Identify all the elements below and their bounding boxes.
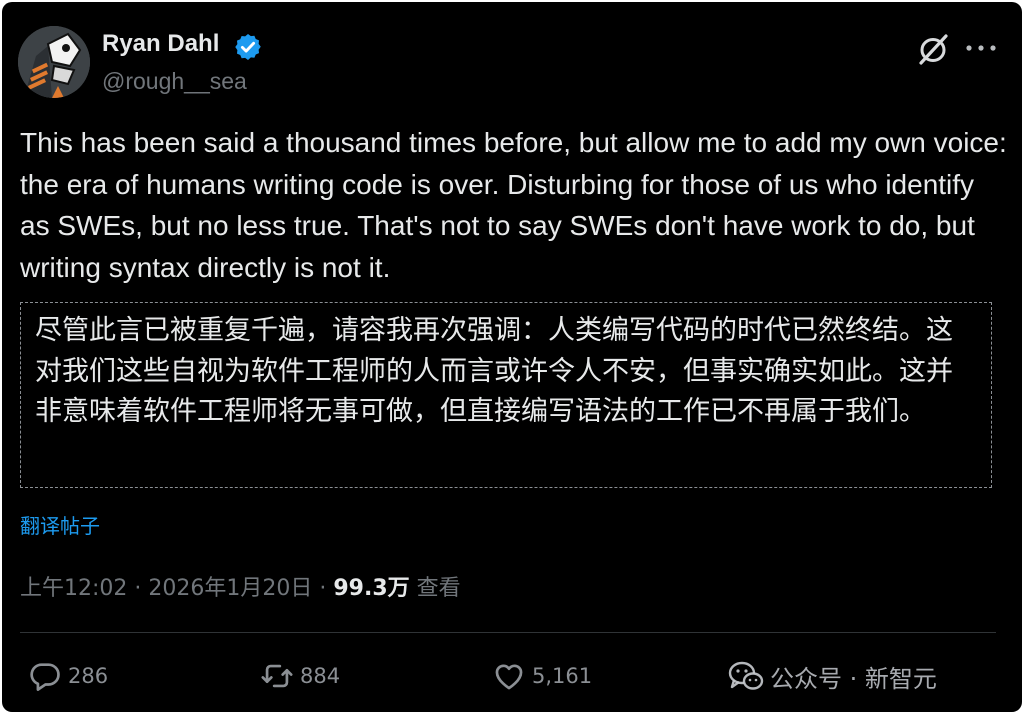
translation-box: 尽管此言已被重复千遍，请容我再次强调：人类编写代码的时代已然终结。这对我们这些自…	[20, 302, 992, 488]
translation-text: 尽管此言已被重复千遍，请容我再次强调：人类编写代码的时代已然终结。这对我们这些自…	[35, 315, 953, 427]
wechat-icon	[728, 661, 764, 690]
grok-icon[interactable]	[916, 32, 950, 66]
views-label: 查看	[416, 576, 461, 601]
author-handle[interactable]: @rough__sea	[102, 68, 247, 95]
tweet-time[interactable]: 上午12:02	[20, 576, 127, 601]
tweet-text: This has been said a thousand times befo…	[20, 127, 1007, 283]
author-name[interactable]: Ryan Dahl	[102, 30, 219, 58]
watermark-text: 公众号 · 新智元	[770, 664, 937, 693]
repost-count: 884	[300, 664, 341, 688]
like-count: 5,161	[532, 664, 593, 688]
avatar[interactable]	[18, 26, 90, 98]
translate-post-link[interactable]: 翻译帖子	[20, 510, 100, 539]
reply-count: 286	[68, 664, 109, 688]
meta-separator: ·	[312, 576, 334, 601]
tweet-card: Ryan Dahl @rough__sea This has been said…	[2, 2, 1022, 712]
heart-icon	[495, 664, 523, 690]
repost-button[interactable]: 884	[260, 656, 340, 696]
view-count: 99.3万	[333, 576, 410, 601]
tweet-meta: 上午12:02 · 2026年1月20日 · 99.3万 查看	[20, 570, 461, 602]
meta-separator: ·	[127, 576, 149, 601]
repost-icon	[261, 664, 293, 688]
verified-badge-icon	[235, 34, 261, 60]
divider	[20, 632, 996, 633]
reply-button[interactable]: 286	[28, 656, 108, 696]
tweet-date[interactable]: 2026年1月20日	[148, 576, 312, 601]
watermark: 公众号 · 新智元	[726, 654, 937, 698]
more-icon[interactable]	[964, 42, 998, 54]
like-button[interactable]: 5,161	[492, 656, 592, 696]
reply-icon	[30, 663, 60, 691]
